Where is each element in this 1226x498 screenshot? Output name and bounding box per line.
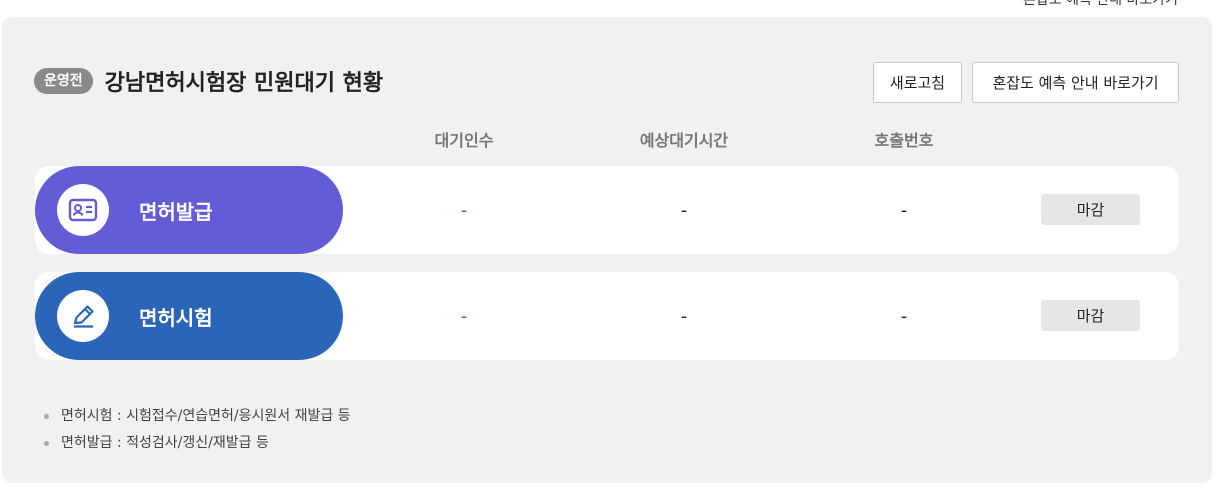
waiting-status-panel: 운영전 강남면허시험장 민원대기 현황 새로고침 혼잡도 예측 안내 바로가기 …: [2, 17, 1212, 483]
refresh-button[interactable]: 새로고침: [873, 62, 962, 103]
top-cut-text: 혼잡도 예측 안내 바로가기: [1022, 0, 1178, 8]
page-title: 강남면허시험장 민원대기 현황: [104, 71, 384, 96]
row-license-exam: 면허시험 - - - 마감: [35, 272, 1179, 360]
pencil-icon: [57, 290, 109, 342]
closed-status: 마감: [1041, 300, 1140, 331]
panel-header: 운영전 강남면허시험장 민원대기 현황: [34, 65, 383, 97]
note-text: 면허발급 : 적성검사/갱신/재발급 등: [61, 435, 269, 451]
service-name: 면허발급: [139, 199, 213, 224]
pill-license-issuance: 면허발급: [35, 166, 343, 254]
service-name: 면허시험: [139, 305, 213, 330]
top-strip: 혼잡도 예측 안내 바로가기: [0, 0, 1226, 16]
notes-list: 면허시험 : 시험접수/연습면허/응시원서 재발급 등 면허발급 : 적성검사/…: [44, 403, 351, 457]
forecast-link-button[interactable]: 혼잡도 예측 안내 바로가기: [972, 62, 1179, 103]
column-header-call-number: 호출번호: [874, 131, 934, 150]
pill-license-exam: 면허시험: [35, 272, 343, 360]
column-header-wait-time: 예상대기시간: [639, 131, 729, 150]
row-license-issuance: 면허발급 - - - 마감: [35, 166, 1179, 254]
note-item: 면허시험 : 시험접수/연습면허/응시원서 재발급 등: [44, 403, 351, 430]
bullet-dot: [44, 441, 49, 446]
wait-time: -: [680, 305, 688, 327]
call-number: -: [900, 305, 908, 327]
note-text: 면허시험 : 시험접수/연습면허/응시원서 재발급 등: [61, 408, 351, 424]
wait-time: -: [680, 199, 688, 221]
waiting-count: -: [460, 199, 468, 221]
waiting-count: -: [460, 305, 468, 327]
closed-status: 마감: [1041, 194, 1140, 225]
column-header-waiting: 대기인수: [434, 131, 494, 150]
bullet-dot: [44, 414, 49, 419]
status-badge: 운영전: [34, 68, 93, 94]
note-item: 면허발급 : 적성검사/갱신/재발급 등: [44, 430, 351, 457]
call-number: -: [900, 199, 908, 221]
id-card-icon: [57, 184, 109, 236]
